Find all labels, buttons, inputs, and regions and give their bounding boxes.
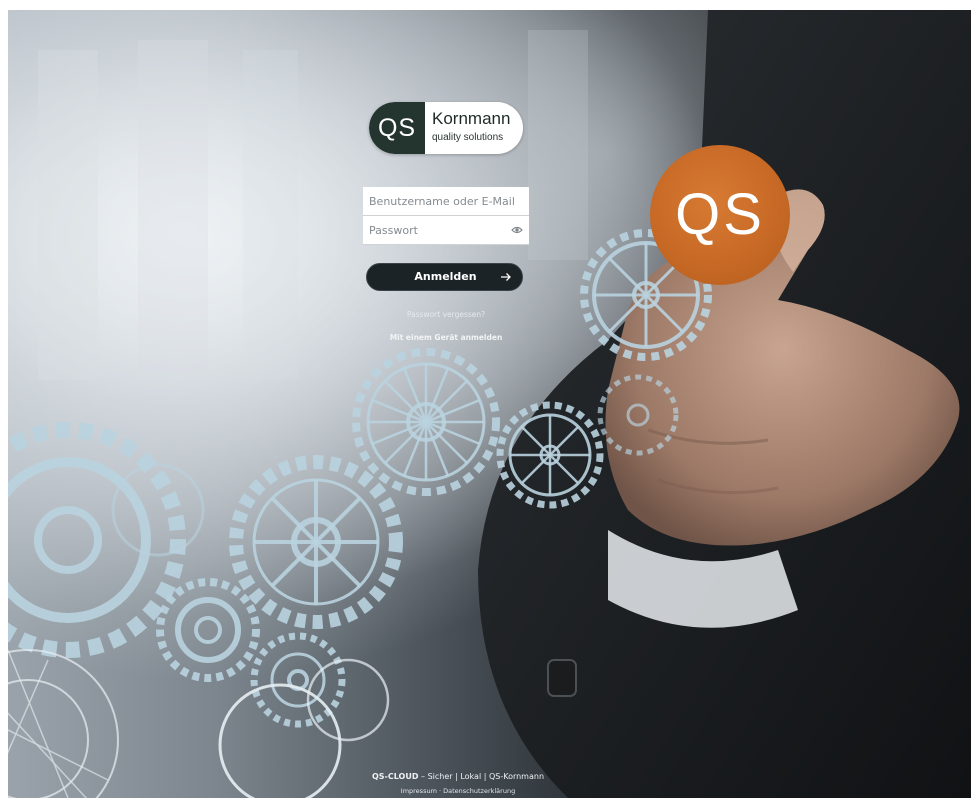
arrow-right-icon (501, 273, 511, 281)
imprint-link[interactable]: Impressum (401, 787, 437, 795)
forgot-password-link[interactable]: Passwort vergessen? (363, 310, 529, 319)
company-logo: QS Kornmann quality solutions (369, 102, 523, 154)
logo-tagline: quality solutions (432, 132, 504, 143)
login-button[interactable]: Anmelden (366, 263, 523, 291)
footer-links: Impressum · Datenschutzerklärung (338, 787, 578, 795)
footer-tagline: QS-CLOUD – Sicher | Lokal | QS-Kornmann (338, 772, 578, 781)
device-login-link[interactable]: Mit einem Gerät anmelden (353, 333, 539, 342)
footer-brand: QS-CLOUD (371, 772, 419, 781)
footer-tagline-text: – Sicher | Lokal | QS-Kornmann (418, 772, 545, 781)
password-field-wrapper (363, 216, 529, 245)
username-input[interactable] (363, 187, 529, 215)
qs-badge: QS (650, 145, 790, 285)
login-page: QS Kornmann quality solutions Anmelden P… (8, 10, 971, 798)
privacy-link[interactable]: Datenschutzerklärung (443, 787, 515, 795)
logo-company-name: Kornmann (432, 109, 511, 128)
logo-qs-mark: QS (369, 102, 425, 154)
login-form: Anmelden (363, 187, 529, 291)
username-field-wrapper (363, 187, 529, 216)
eye-icon[interactable] (511, 224, 523, 236)
password-input[interactable] (363, 216, 529, 244)
